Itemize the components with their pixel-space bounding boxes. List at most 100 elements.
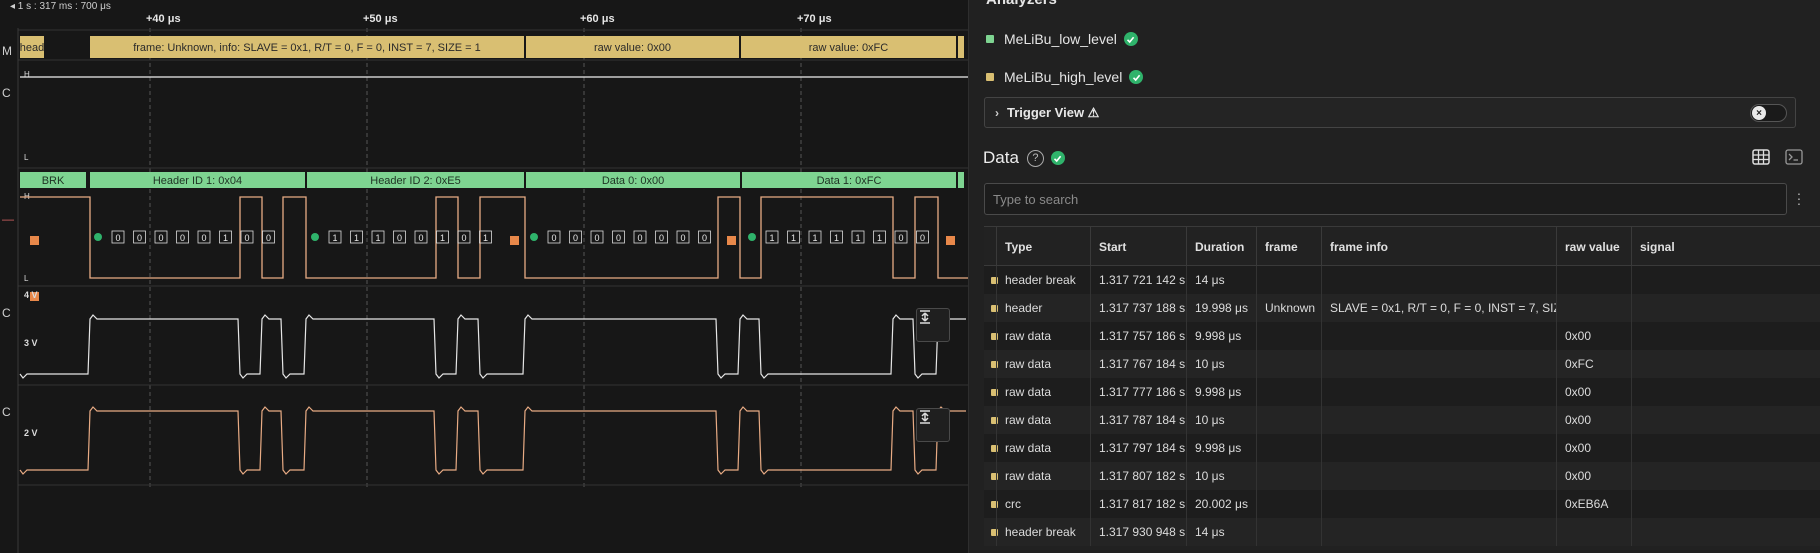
channel-label-1: C (2, 86, 11, 100)
high-level-frame-bubble (958, 36, 964, 58)
bit-value: 0 (158, 233, 163, 243)
timeline-origin: ◂ 1 s : 317 ms : 700 μs (10, 1, 111, 12)
channel-label-3: C (2, 306, 11, 320)
table-row[interactable]: raw data 1.317 787 184 s 10 μs 0x00 (984, 406, 1820, 434)
cell-duration: 10 μs (1186, 350, 1256, 378)
table-row[interactable]: raw data 1.317 797 184 s 9.998 μs 0x00 (984, 434, 1820, 462)
help-icon[interactable]: ? (1026, 149, 1044, 167)
start-bit-marker (530, 233, 538, 241)
analyzer-item-high-level[interactable]: MeLiBu_high_level (986, 68, 1144, 86)
cell-start: 1.317 767 184 s (1090, 350, 1186, 378)
stop-bit-marker (946, 236, 955, 245)
cell-start: 1.317 721 142 s (1090, 266, 1186, 294)
column-header[interactable]: signal (1631, 227, 1820, 267)
low-level-frame-bubble (958, 172, 964, 188)
cell-duration: 20.002 μs (1186, 490, 1256, 518)
start-bit-marker (94, 233, 102, 241)
cell-frame-info (1321, 518, 1556, 546)
cell-frame-info (1321, 462, 1556, 490)
waveform-view[interactable]: ◂ 1 s : 317 ms : 700 μs +40 μs +50 μs +60 μ… (0, 0, 968, 553)
cell-raw-value: 0xEB6A (1556, 490, 1631, 518)
bit-value: 0 (244, 233, 249, 243)
cell-type: raw data (996, 322, 1090, 350)
high-level-frame-label: raw value: 0x00 (594, 42, 671, 54)
chevron-right-icon[interactable]: › (995, 106, 999, 120)
cell-start: 1.317 787 184 s (1090, 406, 1186, 434)
fit-vertical-button[interactable] (916, 308, 950, 342)
high-level-frame-label: head (20, 42, 44, 54)
start-bit-marker (311, 233, 319, 241)
table-row[interactable]: header break 1.317 721 142 s 14 μs (984, 266, 1820, 294)
cell-start: 1.317 757 186 s (1090, 322, 1186, 350)
analyzers-heading: Analyzers (986, 0, 1057, 8)
bit-value: 1 (332, 233, 337, 243)
check-icon (1050, 151, 1065, 165)
trigger-view-panel[interactable]: › Trigger View ⚠ × (984, 97, 1796, 128)
bit-value: 0 (201, 233, 206, 243)
cell-frame-info (1321, 378, 1556, 406)
cell-signal (1631, 378, 1820, 406)
cell-frame (1256, 490, 1321, 518)
bit-value: 0 (418, 233, 423, 243)
bit-value: 0 (659, 233, 664, 243)
table-row[interactable]: raw data 1.317 807 182 s 10 μs 0x00 (984, 462, 1820, 490)
analog-scale-label: 3 V (24, 338, 38, 348)
analyzer-item-low-level[interactable]: MeLiBu_low_level (986, 30, 1138, 48)
cell-frame (1256, 266, 1321, 294)
bit-value: 1 (877, 233, 882, 243)
cell-signal (1631, 294, 1820, 322)
bit-value: 0 (680, 233, 685, 243)
table-row[interactable]: header break 1.317 930 948 s 14 μs (984, 518, 1820, 546)
high-level-frame-label: raw value: 0xFC (809, 42, 889, 54)
logic-analyzer-window: ◂ 1 s : 317 ms : 700 μs +40 μs +50 μs +60 μ… (0, 0, 1820, 553)
bit-value: 0 (397, 233, 402, 243)
table-body[interactable]: header break 1.317 721 142 s 14 μs header 1.… (984, 266, 1820, 553)
search-input[interactable] (984, 183, 1787, 215)
cell-signal (1631, 406, 1820, 434)
bit-value: 0 (180, 233, 185, 243)
cell-type: raw data (996, 462, 1090, 490)
column-header[interactable]: frame (1256, 227, 1321, 267)
table-view-icon[interactable] (1751, 147, 1771, 167)
channel-label-4: C (2, 405, 11, 419)
cell-raw-value (1556, 266, 1631, 294)
table-row[interactable]: crc 1.317 817 182 s 20.002 μs 0xEB6A (984, 490, 1820, 518)
column-header[interactable]: raw value (1556, 227, 1631, 267)
check-icon (1123, 32, 1138, 46)
stop-bit-marker (727, 236, 736, 245)
cell-signal (1631, 350, 1820, 378)
bit-value: 0 (266, 233, 271, 243)
bit-value: 1 (375, 233, 380, 243)
cell-duration: 14 μs (1186, 266, 1256, 294)
column-header[interactable]: frame info (1321, 227, 1556, 267)
table-row[interactable]: raw data 1.317 777 186 s 9.998 μs 0x00 (984, 378, 1820, 406)
column-header[interactable]: Start (1090, 227, 1186, 267)
more-options-icon[interactable]: · · · (1796, 186, 1802, 210)
trigger-toggle[interactable]: × (1750, 104, 1787, 122)
cell-raw-value: 0x00 (1556, 322, 1631, 350)
time-tick-label: +50 μs (363, 13, 398, 25)
cell-start: 1.317 737 188 s (1090, 294, 1186, 322)
time-tick-label: +40 μs (146, 13, 181, 25)
cell-frame (1256, 462, 1321, 490)
waveform-canvas[interactable]: ◂ 1 s : 317 ms : 700 μs +40 μs +50 μs +60 μ… (0, 0, 968, 553)
column-header[interactable]: Duration (1186, 227, 1256, 267)
bit-value: 1 (791, 233, 796, 243)
analyzer-name: MeLiBu_high_level (1004, 69, 1123, 85)
fit-vertical-button-2[interactable] (916, 408, 950, 442)
column-header[interactable]: Type (996, 227, 1090, 267)
bit-value: 0 (616, 233, 621, 243)
analog-scale-label: 4 V (24, 290, 38, 300)
cell-frame-info (1321, 322, 1556, 350)
table-row[interactable]: raw data 1.317 767 184 s 10 μs 0xFC (984, 350, 1820, 378)
data-title: Data (983, 148, 1019, 167)
bit-value: 0 (461, 233, 466, 243)
terminal-view-icon[interactable] (1784, 147, 1804, 167)
table-row[interactable]: raw data 1.317 757 186 s 9.998 μs 0x00 (984, 322, 1820, 350)
analog-trace-orange (19, 406, 966, 475)
bit-value: 1 (834, 233, 839, 243)
analyzer-color-swatch (986, 73, 994, 81)
cell-duration: 19.998 μs (1186, 294, 1256, 322)
table-row[interactable]: header 1.317 737 188 s 19.998 μs Unknown SLA… (984, 294, 1820, 322)
cell-duration: 9.998 μs (1186, 434, 1256, 462)
